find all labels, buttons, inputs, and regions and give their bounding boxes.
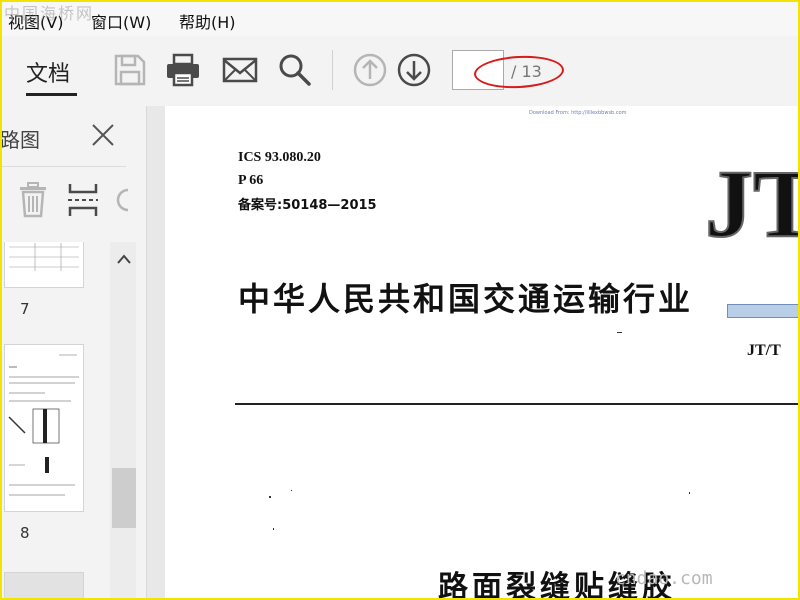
thumbnail-page-9[interactable]: [4, 572, 84, 600]
tab-document[interactable]: 文档: [26, 56, 70, 88]
standard-logo-text: JT: [705, 156, 800, 246]
thumbnail-content-7: [9, 243, 79, 271]
thumbnail-number-7: 7: [20, 300, 30, 318]
toolbar-separator: [332, 50, 333, 90]
trash-icon[interactable]: [16, 180, 50, 220]
search-icon[interactable]: [277, 52, 313, 88]
print-dot: [269, 496, 271, 498]
panel-divider: [0, 166, 126, 167]
print-dot: [273, 528, 274, 530]
rotate-icon[interactable]: [114, 180, 148, 220]
watermark-top: 中国海桥网: [4, 4, 95, 23]
document-page: Download From: http://Iillexbbwsb.com IC…: [165, 106, 800, 600]
previous-page-icon[interactable]: [352, 52, 388, 88]
thumbnail-number-8: 8: [20, 524, 30, 542]
record-number: 备案号:50148—2015: [238, 198, 377, 213]
download-note: Download From: http://Iillexbbwsb.com: [529, 110, 627, 116]
menu-bar: 视图(V) 窗口(W) 帮助(H): [0, 0, 800, 36]
tab-active-underline: [26, 93, 77, 96]
extract-page-icon[interactable]: [66, 180, 100, 220]
selection-highlight: [727, 304, 800, 318]
thumbnail-list[interactable]: 7 8: [0, 242, 110, 600]
document-code: JT/T: [747, 342, 781, 359]
thumbnail-panel: 路图 7 8: [0, 106, 147, 600]
thumbnail-page-8[interactable]: [4, 344, 84, 512]
ics-code: ICS 93.080.20: [238, 150, 321, 165]
menu-help[interactable]: 帮助(H): [179, 9, 236, 33]
thumbnail-page-7[interactable]: [4, 242, 84, 288]
toolbar: 文档 / 13: [0, 36, 800, 107]
print-dot: [291, 490, 292, 491]
thumbnail-content-8: [8, 354, 79, 496]
scroll-up-icon[interactable]: [117, 254, 131, 264]
thumbnail-scrollbar[interactable]: [110, 242, 136, 600]
menu-window[interactable]: 窗口(W): [91, 9, 151, 33]
panel-title: 路图: [0, 128, 40, 152]
save-icon[interactable]: [112, 52, 148, 88]
close-icon[interactable]: [90, 122, 116, 148]
print-icon[interactable]: [165, 52, 201, 88]
next-page-icon[interactable]: [396, 52, 432, 88]
print-dot: [689, 492, 690, 494]
p-code: P 66: [238, 173, 264, 188]
watermark-bottom: cndao.com: [615, 568, 713, 589]
document-title: 中华人民共和国交通运输行业: [238, 280, 694, 318]
scrollbar-thumb[interactable]: [112, 468, 136, 528]
print-dot: [617, 332, 622, 333]
title-rule: [235, 403, 800, 405]
standard-logo: JT: [705, 156, 800, 246]
mail-icon[interactable]: [222, 52, 258, 88]
